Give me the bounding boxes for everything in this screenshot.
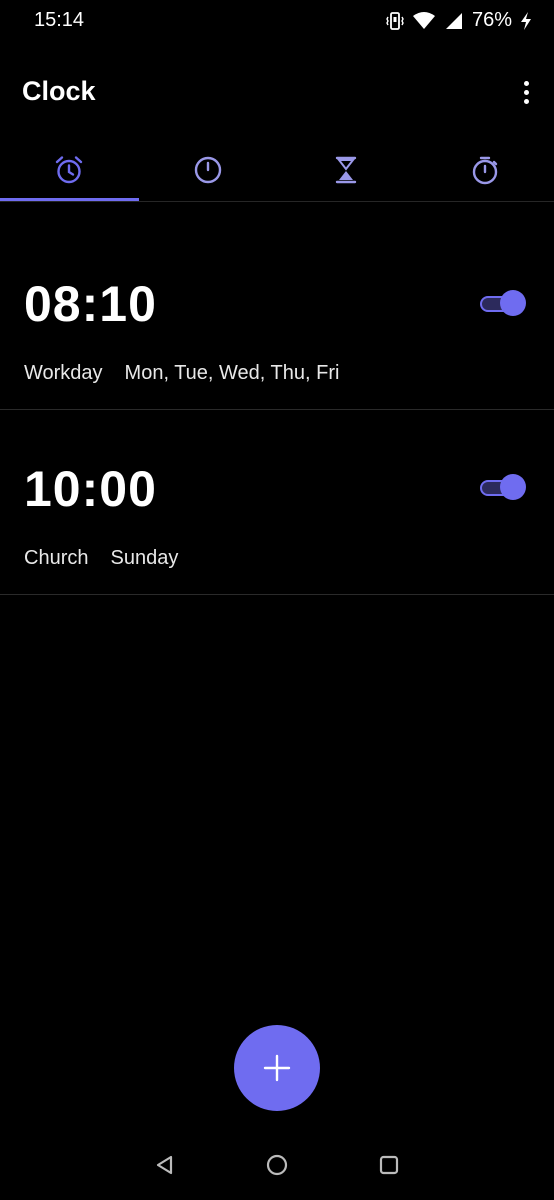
recents-button[interactable]	[377, 1153, 401, 1177]
back-icon	[156, 1155, 173, 1175]
alarm-label: Church	[24, 547, 89, 569]
tab-clock[interactable]	[139, 140, 278, 200]
battery-level: 76%	[471, 9, 512, 31]
system-nav-bar	[0, 1130, 554, 1200]
alarm-time: 08:10	[24, 276, 157, 332]
hourglass-icon	[336, 156, 357, 184]
add-alarm-button[interactable]	[234, 1025, 320, 1111]
alarm-meta: Church Sunday	[24, 547, 178, 570]
status-time: 15:14	[34, 9, 85, 31]
clock-icon	[194, 156, 221, 184]
alarm-label: Workday	[24, 362, 103, 384]
stopwatch-icon	[472, 156, 497, 185]
home-button[interactable]	[265, 1153, 289, 1177]
page-title: Clock	[22, 76, 96, 106]
status-icons: 76%	[386, 9, 532, 32]
vibrate-icon	[386, 11, 404, 30]
tab-timer[interactable]	[277, 140, 416, 200]
tab-bar	[0, 140, 554, 202]
wifi-icon	[412, 11, 435, 29]
alarm-time: 10:00	[24, 461, 157, 517]
status-bar: 15:14 76%	[0, 0, 554, 44]
signal-icon	[445, 12, 462, 29]
plus-icon	[263, 1054, 291, 1082]
recents-icon	[379, 1155, 399, 1175]
tab-stopwatch[interactable]	[416, 140, 554, 200]
charging-icon	[521, 11, 531, 30]
alarm-toggle[interactable]	[480, 289, 526, 317]
app-bar: Clock	[0, 70, 554, 114]
alarm-days: Mon, Tue, Wed, Thu, Fri	[124, 362, 340, 384]
alarm-item[interactable]: 08:10 Workday Mon, Tue, Wed, Thu, Fri	[0, 225, 554, 410]
tab-alarm[interactable]	[0, 140, 139, 201]
more-vert-icon[interactable]	[514, 74, 538, 110]
back-button[interactable]	[153, 1153, 177, 1177]
home-icon	[266, 1154, 288, 1176]
alarm-meta: Workday Mon, Tue, Wed, Thu, Fri	[24, 362, 339, 385]
alarm-days: Sunday	[110, 547, 179, 569]
alarm-icon	[56, 156, 83, 184]
alarm-toggle[interactable]	[480, 473, 526, 501]
alarm-item[interactable]: 10:00 Church Sunday	[0, 410, 554, 595]
